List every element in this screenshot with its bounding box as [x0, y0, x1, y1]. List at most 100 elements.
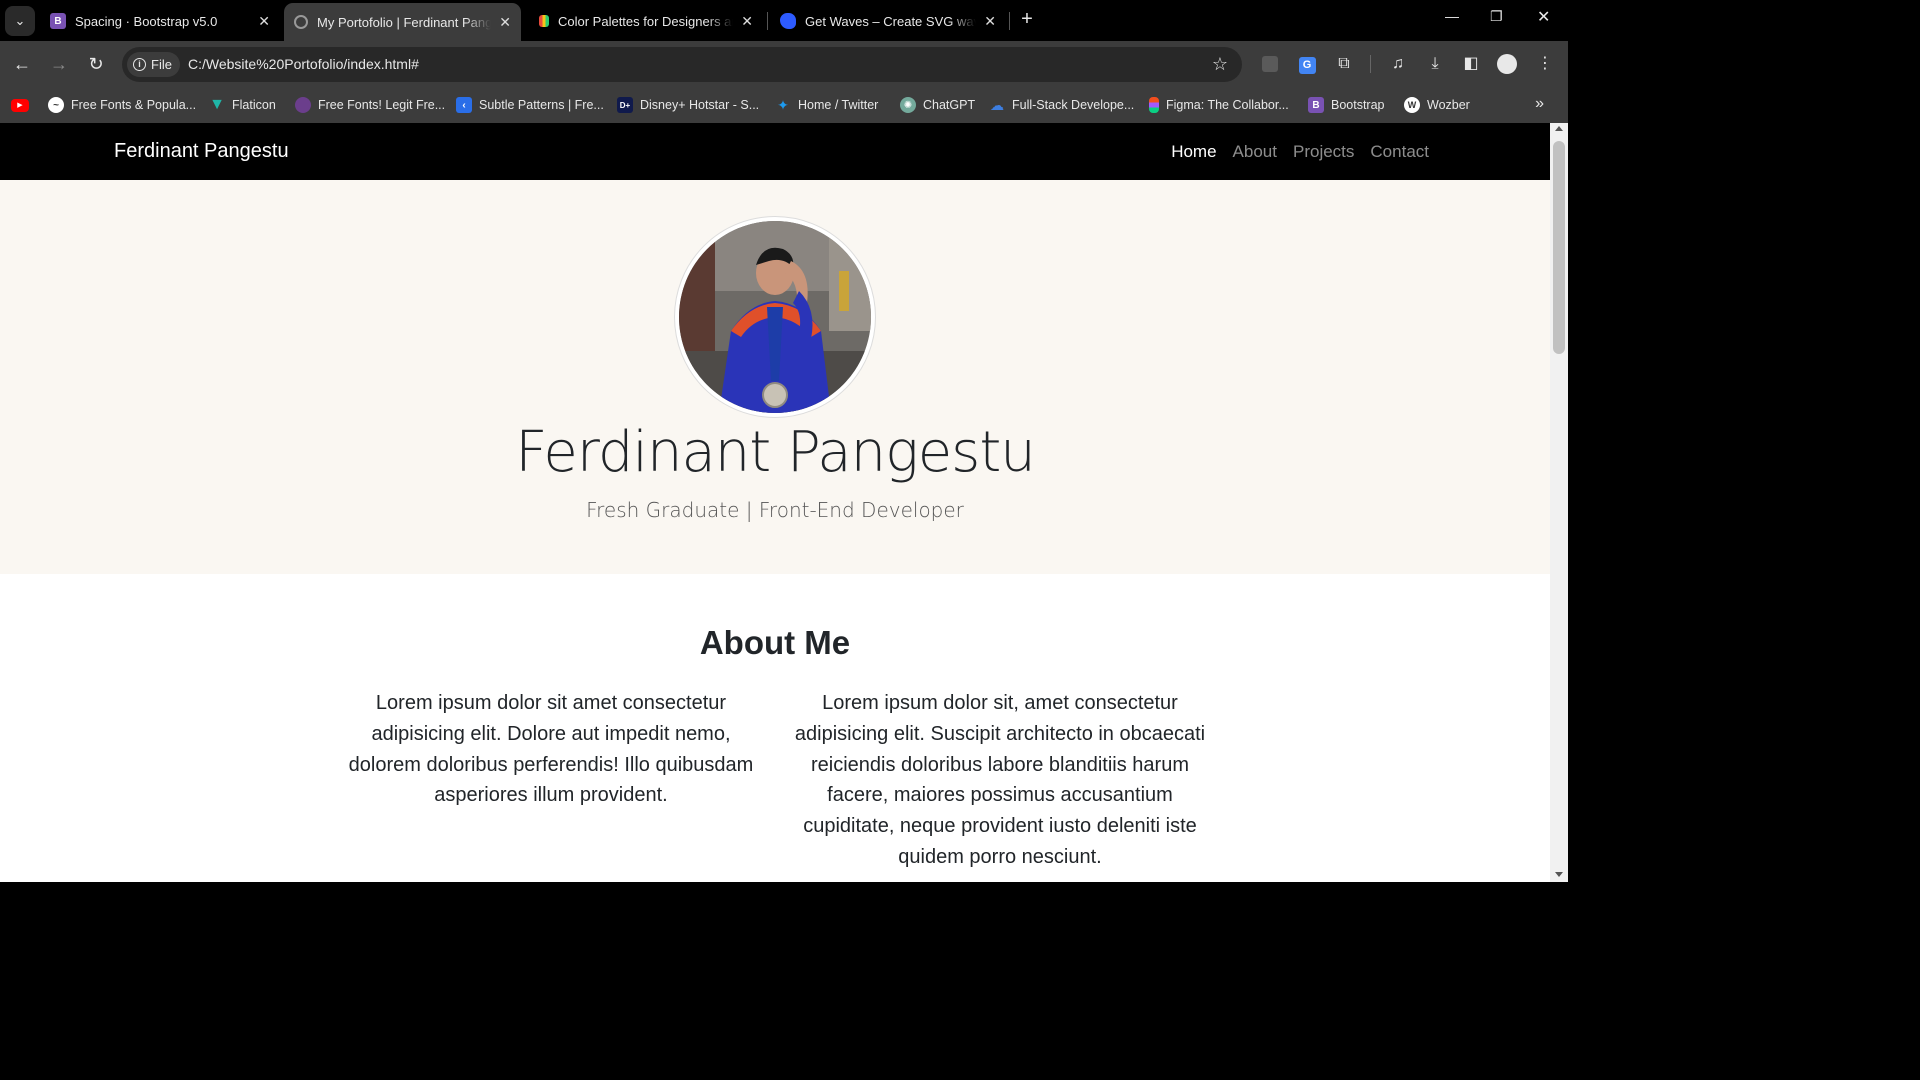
close-icon[interactable]: ✕ — [984, 13, 996, 30]
page-scrollbar[interactable] — [1550, 123, 1568, 882]
bookmark-twitter[interactable]: ✦ Home / Twitter — [775, 95, 878, 115]
about-paragraph-2: Lorem ipsum dolor sit, amet consectetur … — [794, 692, 1206, 868]
disney-icon: D+ — [617, 97, 633, 113]
google-translate-icon[interactable]: G — [1297, 54, 1317, 74]
toolbar-separator — [1370, 55, 1371, 73]
page-viewport: Ferdinant Pangestu Home About Projects C… — [0, 123, 1550, 882]
bookmark-youtube[interactable]: ▶ — [11, 95, 36, 115]
download-icon[interactable]: ⤓ — [1425, 54, 1445, 74]
close-icon[interactable]: ✕ — [499, 14, 511, 31]
tab-color-palettes[interactable]: Color Palettes for Designers and Artists… — [527, 5, 763, 37]
bookmark-label: Flaticon — [232, 98, 276, 112]
bookmark-label: Full-Stack Develope... — [1012, 98, 1135, 112]
tab-separator — [1009, 12, 1010, 30]
dafont-icon — [295, 97, 311, 113]
bookmark-star-icon[interactable]: ☆ — [1212, 54, 1228, 75]
hero-subtitle: Fresh Graduate | Front-End Developer — [586, 498, 964, 522]
site-info-chip[interactable]: i File — [127, 52, 180, 77]
twitter-icon: ✦ — [777, 96, 789, 113]
tab-strip: ⌄ B Spacing · Bootstrap v5.0 ✕ My Portof… — [0, 0, 1568, 41]
site-info-label: File — [151, 57, 172, 72]
hero-name: Ferdinant Pangestu — [515, 420, 1036, 485]
bookmark-subtle-patterns[interactable]: ‹ Subtle Patterns | Fre... — [456, 95, 604, 115]
profile-photo — [674, 216, 876, 418]
extensions-puzzle-icon[interactable]: ⧉ — [1334, 54, 1354, 74]
tab-separator — [767, 12, 768, 30]
bookmark-label: Home / Twitter — [798, 98, 879, 112]
bookmark-label: Wozber — [1427, 98, 1470, 112]
side-panel-icon[interactable]: ◧ — [1461, 54, 1481, 74]
bookmark-label: Subtle Patterns | Fre... — [479, 98, 604, 112]
youtube-icon: ▶ — [11, 98, 29, 112]
tab-get-waves[interactable]: Get Waves – Create SVG waves ✕ — [770, 5, 1006, 37]
media-control-icon[interactable]: ♫ — [1388, 54, 1408, 74]
bookmark-disney-hotstar[interactable]: D+ Disney+ Hotstar - S... — [617, 95, 759, 115]
bootstrap-icon: B — [1308, 97, 1324, 113]
wozber-icon: W — [1404, 97, 1420, 113]
bookmarks-bar: ▶ ~ Free Fonts & Popula... ▼ Flaticon Fr… — [0, 87, 1568, 123]
profile-avatar-icon[interactable] — [1497, 54, 1517, 74]
bootstrap-icon: B — [50, 13, 66, 29]
site-navbar: Ferdinant Pangestu Home About Projects C… — [0, 123, 1550, 180]
tab-title: My Portofolio | Ferdinant Pangestu — [317, 14, 492, 30]
back-arrow-icon[interactable]: ← — [11, 53, 33, 75]
figma-icon — [1149, 97, 1159, 113]
extension-icon[interactable] — [1260, 54, 1280, 74]
nav-link-projects[interactable]: Projects — [1293, 142, 1354, 162]
browser-toolbar: ← → ↻ i File C:/Website%20Portofolio/ind… — [0, 41, 1568, 87]
navbar-brand[interactable]: Ferdinant Pangestu — [114, 140, 289, 163]
tab-spacing-bootstrap[interactable]: B Spacing · Bootstrap v5.0 ✕ — [40, 5, 280, 37]
nav-link-contact[interactable]: Contact — [1370, 142, 1429, 162]
about-section: About Me Lorem ipsum dolor sit amet cons… — [0, 574, 1550, 882]
scrollbar-thumb[interactable] — [1553, 141, 1565, 354]
tab-search-button[interactable]: ⌄ — [5, 6, 35, 36]
globe-icon — [294, 15, 308, 29]
bookmark-label: Figma: The Collabor... — [1166, 98, 1289, 112]
tab-my-portfolio[interactable]: My Portofolio | Ferdinant Pangestu ✕ — [284, 3, 521, 41]
new-tab-button[interactable]: + — [1016, 8, 1038, 30]
forward-arrow-icon[interactable]: → — [48, 53, 70, 75]
bookmark-free-fonts-popular[interactable]: ~ Free Fonts & Popula... — [48, 95, 196, 115]
bookmark-figma[interactable]: Figma: The Collabor... — [1149, 95, 1289, 115]
navbar-links: Home About Projects Contact — [1171, 142, 1429, 162]
bookmark-label: Disney+ Hotstar - S... — [640, 98, 760, 112]
restore-icon[interactable]: ❐ — [1490, 8, 1503, 25]
close-icon[interactable]: ✕ — [741, 13, 753, 30]
bookmark-wozber[interactable]: W Wozber — [1404, 95, 1470, 115]
menu-kebab-icon[interactable]: ⋮ — [1535, 54, 1555, 74]
bookmark-free-fonts-legit[interactable]: Free Fonts! Legit Fre... — [295, 95, 445, 115]
bookmark-label: Free Fonts & Popula... — [71, 98, 197, 112]
tab-title: Color Palettes for Designers and Artists — [558, 13, 733, 29]
bookmark-bootstrap[interactable]: B Bootstrap — [1308, 95, 1385, 115]
close-window-icon[interactable]: ✕ — [1537, 7, 1550, 27]
subtle-patterns-icon: ‹ — [456, 97, 472, 113]
bookmark-label: ChatGPT — [923, 98, 976, 112]
fontspace-icon: ~ — [48, 97, 64, 113]
waves-icon — [780, 13, 796, 29]
nav-link-home[interactable]: Home — [1171, 142, 1216, 162]
about-paragraph-1: Lorem ipsum dolor sit amet consectetur a… — [348, 692, 754, 807]
tab-title: Spacing · Bootstrap v5.0 — [75, 13, 218, 29]
chatgpt-icon: ✺ — [900, 97, 916, 113]
bookmark-chatgpt[interactable]: ✺ ChatGPT — [900, 95, 975, 115]
profile-photo-image — [679, 221, 871, 413]
reload-icon[interactable]: ↻ — [85, 53, 107, 75]
about-title: About Me — [699, 624, 851, 661]
minimize-icon[interactable]: — — [1445, 8, 1459, 24]
flaticon-icon: ▼ — [209, 96, 225, 113]
scroll-down-arrow-icon[interactable] — [1555, 872, 1563, 877]
cloud-icon: ☁ — [990, 96, 1004, 113]
bookmark-full-stack[interactable]: ☁ Full-Stack Develope... — [989, 95, 1134, 115]
palette-icon — [539, 15, 549, 27]
bookmark-label: Bootstrap — [1331, 98, 1385, 112]
address-bar[interactable]: i File C:/Website%20Portofolio/index.htm… — [122, 47, 1242, 82]
url-text[interactable]: C:/Website%20Portofolio/index.html# — [188, 56, 419, 72]
scroll-up-arrow-icon[interactable] — [1555, 126, 1563, 131]
bookmark-flaticon[interactable]: ▼ Flaticon — [209, 95, 276, 115]
hero-section: Ferdinant Pangestu Fresh Graduate | Fron… — [0, 180, 1550, 574]
close-icon[interactable]: ✕ — [258, 13, 270, 30]
info-icon: i — [133, 58, 146, 71]
tab-title: Get Waves – Create SVG waves — [805, 13, 977, 29]
chevron-double-right-icon[interactable]: » — [1535, 95, 1544, 113]
nav-link-about[interactable]: About — [1233, 142, 1277, 162]
